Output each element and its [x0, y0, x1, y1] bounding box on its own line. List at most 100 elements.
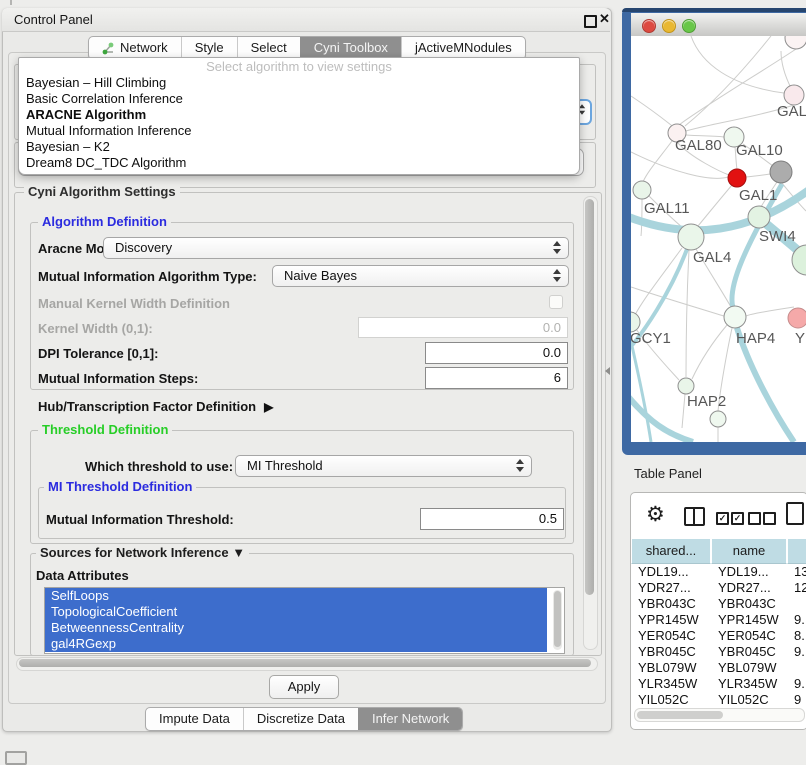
tab-impute-data[interactable]: Impute Data [146, 708, 243, 730]
network-node[interactable] [748, 206, 770, 228]
table-row[interactable]: YDR27...YDR27...12 [631, 580, 806, 596]
table-row[interactable]: YPR145WYPR145W9. [631, 612, 806, 628]
network-edge[interactable] [631, 152, 728, 178]
table-cell[interactable]: YBR043C [631, 596, 711, 612]
tab-cyni-toolbox[interactable]: Cyni Toolbox [300, 37, 401, 59]
network-node[interactable] [724, 306, 746, 328]
table-cell[interactable]: YLR345W [631, 676, 711, 692]
network-node[interactable] [710, 411, 726, 427]
table-cell[interactable]: YBL079W [631, 660, 711, 676]
table-cell[interactable]: YER054C [631, 628, 711, 644]
algorithm-option[interactable]: Bayesian – Hill Climbing [19, 75, 579, 91]
network-node[interactable] [728, 169, 746, 187]
network-node[interactable] [788, 308, 806, 328]
settings-vscrollbar-thumb[interactable] [585, 199, 594, 595]
taskbar-mini-icon[interactable] [5, 751, 27, 765]
table-cell[interactable]: YBR045C [711, 644, 787, 660]
table-cell[interactable] [787, 596, 806, 612]
attribute-list-item-selected[interactable]: gal4RGexp [45, 636, 547, 652]
network-edge[interactable] [698, 185, 732, 226]
settings-hscrollbar-thumb[interactable] [19, 659, 591, 667]
network-edge[interactable] [781, 51, 791, 88]
network-canvas[interactable]: GALGAL80GAL10GAL1GAL11SWI4GAL4GCY1HAP4YH… [631, 36, 806, 442]
data-attributes-list[interactable]: SelfLoopsTopologicalCoefficientBetweenne… [44, 587, 565, 654]
network-edge[interactable] [631, 287, 724, 316]
network-edge[interactable] [631, 96, 675, 128]
table-column-header[interactable]: shared... [631, 538, 711, 564]
tab-jactivemnodules[interactable]: jActiveMNodules [401, 37, 525, 59]
float-window-icon[interactable] [584, 15, 597, 28]
table-cell[interactable]: 9. [787, 644, 806, 660]
table-cell[interactable]: YPR145W [711, 612, 787, 628]
table-column-header[interactable]: name [711, 538, 787, 564]
which-threshold-combo[interactable]: MI Threshold [235, 455, 532, 477]
hub-definition-toggle[interactable]: Hub/Transcription Factor Definition▶ [38, 399, 273, 414]
select-all-check-icon[interactable]: ✓ [731, 512, 744, 525]
table-cell[interactable]: YBL079W [711, 660, 787, 676]
table-cell[interactable]: 9. [787, 612, 806, 628]
table-cell[interactable]: YIL052C [631, 692, 711, 705]
table-hscrollbar[interactable] [634, 708, 805, 722]
table-cell[interactable]: YER054C [711, 628, 787, 644]
mi-steps-field[interactable]: 6 [425, 367, 568, 389]
network-node[interactable] [770, 161, 792, 183]
network-node[interactable] [631, 312, 640, 332]
apply-button[interactable]: Apply [269, 675, 339, 699]
table-cell[interactable]: YDR27... [631, 580, 711, 596]
network-node[interactable] [633, 181, 651, 199]
table-row[interactable]: YBR045CYBR045C9. [631, 644, 806, 660]
table-row[interactable]: YDL19...YDL19...13 [631, 564, 806, 580]
table-row[interactable]: YIL052CYIL052C9 [631, 692, 806, 705]
tab-style[interactable]: Style [181, 37, 237, 59]
select-all-check-icon[interactable]: ✓ [716, 512, 729, 525]
dpi-tolerance-field[interactable]: 0.0 [425, 342, 568, 364]
table-row[interactable]: YER054CYER054C8. [631, 628, 806, 644]
algorithm-option[interactable]: Mutual Information Inference [19, 123, 579, 139]
aracne-mode-combo[interactable]: Discovery [103, 237, 569, 259]
network-node[interactable] [785, 36, 806, 49]
attribute-list-item-selected[interactable]: SelfLoops [45, 588, 547, 604]
table-cell[interactable]: YDL19... [631, 564, 711, 580]
mi-threshold-field[interactable]: 0.5 [420, 508, 564, 530]
network-edge[interactable] [692, 325, 727, 379]
splitpane-collapse-icon[interactable] [605, 367, 610, 375]
close-icon[interactable]: ✕ [599, 11, 610, 27]
mi-type-combo[interactable]: Naive Bayes [272, 265, 569, 287]
table-cell[interactable]: 9 [787, 692, 806, 705]
deselect-all-icon[interactable] [748, 512, 761, 525]
mac-zoom-icon[interactable] [682, 19, 696, 33]
network-edge[interactable] [631, 394, 693, 442]
algorithm-option[interactable]: Dream8 DC_TDC Algorithm [19, 155, 579, 171]
network-node[interactable] [784, 85, 804, 105]
algorithm-option[interactable]: Basic Correlation Inference [19, 91, 579, 107]
network-edge[interactable] [643, 141, 672, 182]
attribute-list-item-selected[interactable]: TopologicalCoefficient [45, 604, 547, 620]
table-row[interactable]: YBL079WYBL079W [631, 660, 806, 676]
network-edge[interactable] [631, 333, 651, 442]
tab-select[interactable]: Select [237, 37, 300, 59]
table-cell[interactable]: 9. [787, 676, 806, 692]
sources-toggle[interactable]: Sources for Network Inference ▼ [36, 546, 249, 560]
mac-close-icon[interactable] [642, 19, 656, 33]
network-window-titlebar[interactable] [631, 13, 806, 37]
network-edge[interactable] [682, 394, 685, 428]
export-table-icon[interactable] [786, 502, 804, 525]
table-cell[interactable]: 13 [787, 564, 806, 580]
network-edge[interactable] [746, 174, 770, 177]
network-edge[interactable] [746, 307, 794, 316]
mac-minimize-icon[interactable] [662, 19, 676, 33]
table-row[interactable]: YLR345WYLR345W9. [631, 676, 806, 692]
algorithm-option[interactable]: ARACNE Algorithm [19, 107, 579, 123]
list-vscrollbar[interactable] [553, 590, 562, 650]
manual-kernel-checkbox[interactable] [549, 295, 563, 309]
table-cell[interactable]: 12 [787, 580, 806, 596]
tab-discretize-data[interactable]: Discretize Data [243, 708, 358, 730]
table-cell[interactable]: YIL052C [711, 692, 787, 705]
tab-network[interactable]: Network [89, 37, 181, 59]
table-cell[interactable]: YBR045C [631, 644, 711, 660]
kernel-width-field[interactable]: 0.0 [358, 317, 568, 338]
table-cell[interactable]: YDL19... [711, 564, 787, 580]
table-column-header[interactable]: A [787, 538, 806, 564]
network-node[interactable] [678, 378, 694, 394]
network-node[interactable] [678, 224, 704, 250]
